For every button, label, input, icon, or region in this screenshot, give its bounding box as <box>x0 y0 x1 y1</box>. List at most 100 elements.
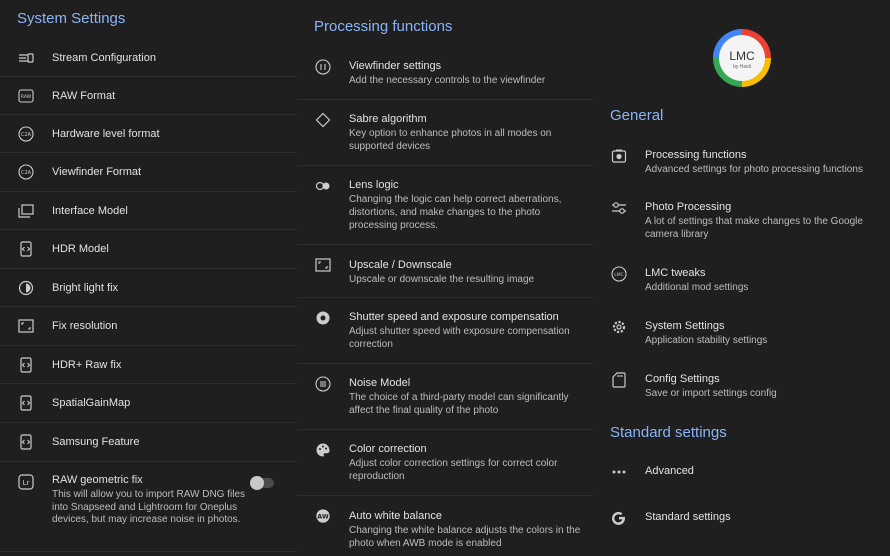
gear-icon <box>611 319 627 335</box>
item-label: Shutter speed and exposure compensation <box>349 311 559 323</box>
sabre-algorithm-item[interactable]: Sabre algorithm Key option to enhance ph… <box>297 100 593 166</box>
sd-card-icon <box>611 372 627 388</box>
item-description: Adjust shutter speed with exposure compe… <box>349 326 570 350</box>
item-description: Changing the white balance adjusts the c… <box>349 525 581 549</box>
shutter-icon <box>315 310 331 326</box>
noise-model-item[interactable]: Noise Model The choice of a third-party … <box>297 364 593 430</box>
samsung-feature-item[interactable]: Samsung Feature <box>0 423 297 462</box>
noise-icon <box>315 376 331 392</box>
raw-format-item[interactable]: RAW RAW Format <box>0 77 297 115</box>
config-settings-item[interactable]: Config Settings Save or import settings … <box>593 364 890 414</box>
lens-logic-item[interactable]: Lens logic Changing the logic can help c… <box>297 166 593 245</box>
item-label: Photo Processing <box>645 201 732 213</box>
item-label: System Settings <box>645 320 725 332</box>
item-label: Processing functions <box>645 149 747 161</box>
item-description: Adjust color correction settings for cor… <box>349 458 558 482</box>
c2a-icon: C2A <box>18 164 34 180</box>
lens-icon <box>315 178 331 194</box>
svg-text:Lr: Lr <box>23 479 30 487</box>
stream-config-icon <box>18 50 34 66</box>
item-label: Viewfinder Format <box>52 166 142 178</box>
hardware-level-format-item[interactable]: C2A Hardware level format <box>0 115 297 153</box>
awb-icon: AW <box>315 508 331 524</box>
item-label: Hardware level format <box>52 127 160 140</box>
item-description: Key option to enhance photos in all mode… <box>349 128 552 152</box>
viewfinder-icon <box>315 59 331 75</box>
logo-text: LMC <box>729 49 755 63</box>
general-processing-functions-item[interactable]: Processing functions Advanced settings f… <box>593 140 890 190</box>
item-label: HDR Model <box>52 243 109 255</box>
processing-functions-panel: Processing functions Viewfinder settings… <box>297 0 593 556</box>
logo-subtext: by Hasli <box>733 64 751 70</box>
item-label: SpatialGainMap <box>52 397 131 409</box>
item-description: Additional mod settings <box>645 282 749 293</box>
system-settings-title: System Settings <box>17 10 126 27</box>
svg-text:C2A: C2A <box>21 170 32 176</box>
code-icon <box>18 357 34 373</box>
code-icon <box>18 434 34 450</box>
shutter-speed-item[interactable]: Shutter speed and exposure compensation … <box>297 298 593 364</box>
windows-icon <box>18 203 34 219</box>
diamond-icon <box>315 112 331 128</box>
processing-functions-title: Processing functions <box>314 18 453 35</box>
hdr-model-item[interactable]: HDR Model <box>0 230 297 269</box>
fix-resolution-item[interactable]: Fix resolution <box>0 307 297 346</box>
photo-processing-item[interactable]: Photo Processing A lot of settings that … <box>593 192 890 252</box>
viewfinder-settings-item[interactable]: Viewfinder settings Add the necessary co… <box>297 46 593 100</box>
item-label: Interface Model <box>52 204 128 217</box>
item-description: This will allow you to import RAW DNG fi… <box>52 489 246 525</box>
c2a-icon: C2A <box>18 126 34 142</box>
item-label: HDR+ Raw fix <box>52 358 122 371</box>
svg-text:AW: AW <box>317 514 329 521</box>
hdr-raw-fix-item[interactable]: HDR+ Raw fix <box>0 346 297 384</box>
item-label: RAW geometric fix <box>52 474 143 486</box>
item-label: Noise Model <box>349 377 411 389</box>
standard-settings-title: Standard settings <box>610 424 727 441</box>
item-label: Viewfinder settings <box>349 60 442 72</box>
upscale-icon <box>315 257 331 273</box>
interface-model-item[interactable]: Interface Model <box>0 192 297 230</box>
camera-icon <box>611 148 627 164</box>
color-correction-item[interactable]: Color correction Adjust color correction… <box>297 430 593 496</box>
item-label: Standard settings <box>645 511 731 523</box>
lmc-tweaks-item[interactable]: LMC LMC tweaks Additional mod settings <box>593 258 890 308</box>
main-settings-panel: LMC by Hasli General Processing function… <box>593 0 890 556</box>
svg-text:C2A: C2A <box>21 132 32 138</box>
item-description: Upscale or downscale the resulting image <box>349 274 535 285</box>
item-description: Save or import settings config <box>645 388 777 399</box>
item-description: Changing the logic can help correct aber… <box>349 194 562 231</box>
stream-configuration-item[interactable]: Stream Configuration <box>0 39 297 77</box>
item-description: Add the necessary controls to the viewfi… <box>349 75 546 86</box>
item-description: Application stability settings <box>645 335 768 346</box>
bright-light-fix-item[interactable]: Bright light fix <box>0 269 297 307</box>
standard-settings-item[interactable]: Standard settings <box>593 498 890 538</box>
raw-icon: RAW <box>18 88 34 104</box>
item-label: Sabre algorithm <box>349 113 427 125</box>
viewfinder-format-item[interactable]: C2A Viewfinder Format <box>0 153 297 192</box>
upscale-downscale-item[interactable]: Upscale / Downscale Upscale or downscale… <box>297 245 593 298</box>
svg-text:RAW: RAW <box>21 94 32 100</box>
item-label: Lens logic <box>349 179 399 191</box>
auto-white-balance-item[interactable]: AW Auto white balance Changing the white… <box>297 496 593 556</box>
general-title: General <box>610 107 664 124</box>
system-settings-item[interactable]: System Settings Application stability se… <box>593 311 890 361</box>
system-settings-panel: System Settings Stream Configuration RAW… <box>0 0 297 556</box>
raw-geometric-fix-toggle[interactable] <box>250 476 274 490</box>
crop-icon <box>18 318 34 334</box>
item-description: A lot of settings that make changes to t… <box>645 216 863 240</box>
google-icon <box>611 510 627 526</box>
toggle-knob <box>250 476 264 490</box>
spatial-gain-map-item[interactable]: SpatialGainMap <box>0 384 297 423</box>
raw-geometric-fix-item[interactable]: Lr RAW geometric fix This will allow you… <box>0 462 297 552</box>
svg-text:LMC: LMC <box>614 272 624 278</box>
lmc-icon: LMC <box>611 266 627 282</box>
code-icon <box>18 241 34 257</box>
item-label: RAW Format <box>52 89 116 102</box>
item-label: Config Settings <box>645 373 720 385</box>
item-label: Stream Configuration <box>52 51 156 64</box>
item-description: The choice of a third-party model can si… <box>349 392 569 416</box>
lmc-logo: LMC by Hasli <box>713 29 771 87</box>
advanced-item[interactable]: Advanced <box>593 452 890 492</box>
item-label: Color correction <box>349 443 427 455</box>
item-label: Upscale / Downscale <box>349 259 452 271</box>
